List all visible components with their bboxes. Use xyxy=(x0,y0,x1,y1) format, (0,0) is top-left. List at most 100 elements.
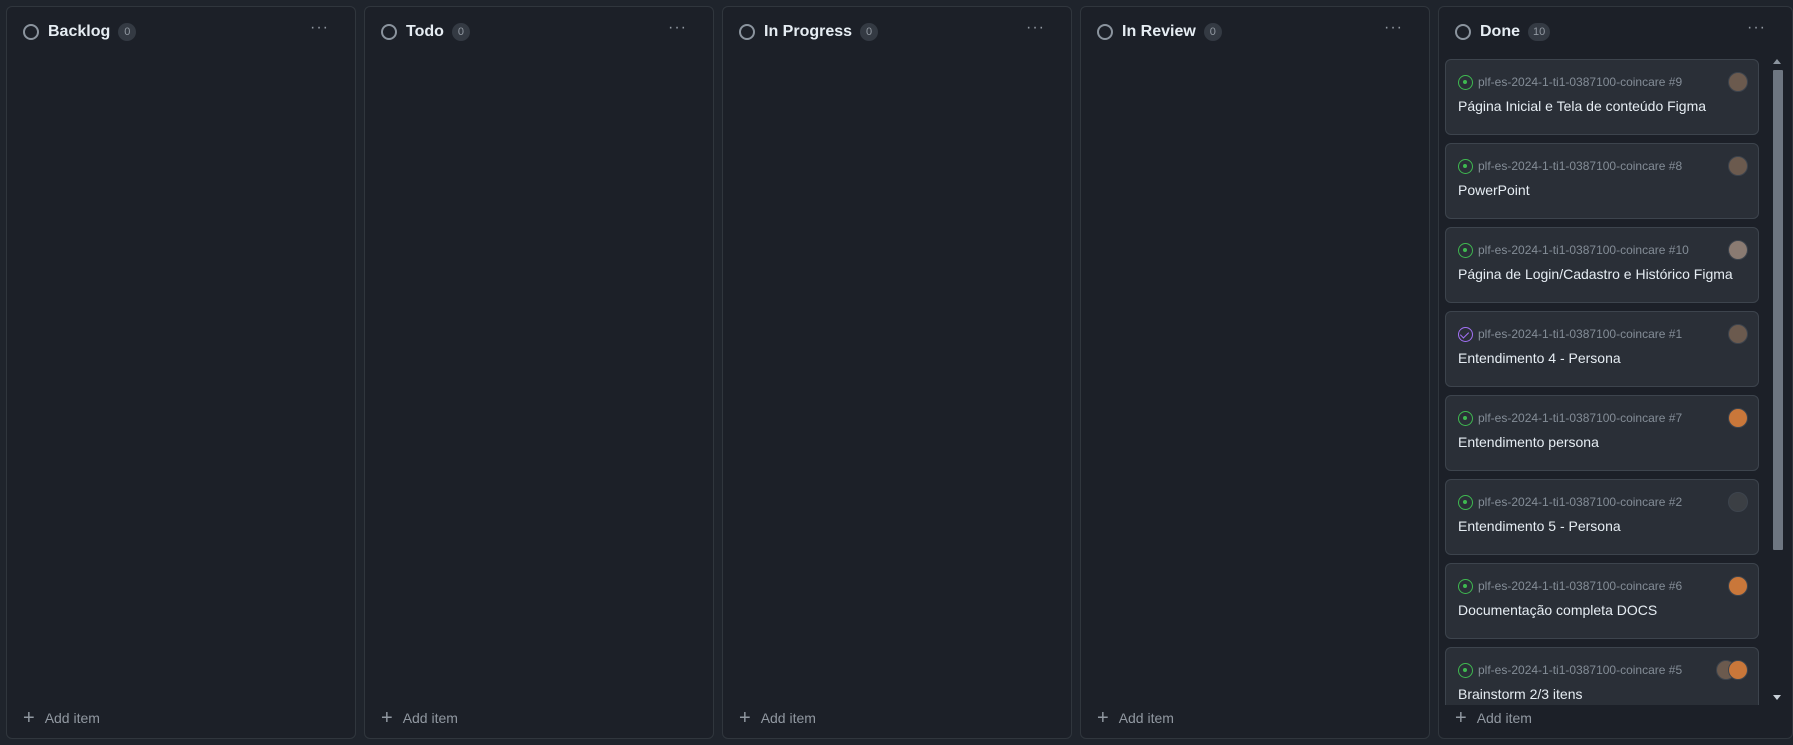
assignee-avatars[interactable] xyxy=(1716,660,1748,680)
avatar[interactable] xyxy=(1728,660,1748,680)
plus-icon: + xyxy=(23,707,35,729)
scrollbar-thumb[interactable] xyxy=(1773,70,1783,550)
avatar[interactable] xyxy=(1728,576,1748,596)
issue-title[interactable]: Entendimento 4 - Persona xyxy=(1458,350,1621,366)
column-more-options-button[interactable]: ··· xyxy=(1026,20,1045,36)
column-more-options-button[interactable]: ··· xyxy=(310,20,329,36)
card-meta: plf-es-2024-1-ti1-0387100-coincare #7 xyxy=(1458,408,1748,428)
issue-reference[interactable]: plf-es-2024-1-ti1-0387100-coincare #8 xyxy=(1478,159,1682,173)
column-more-options-button[interactable]: ··· xyxy=(668,20,687,36)
column-todo: Todo 0 ··· + Add item xyxy=(364,6,714,739)
scroll-down-arrow-icon[interactable] xyxy=(1773,695,1781,700)
assignee-avatars[interactable] xyxy=(1728,324,1748,344)
issue-title[interactable]: Brainstorm 2/3 itens xyxy=(1458,686,1583,702)
add-item-button[interactable]: + Add item xyxy=(381,707,458,729)
column-more-options-button[interactable]: ··· xyxy=(1384,20,1403,36)
issue-title[interactable]: Documentação completa DOCS xyxy=(1458,602,1657,618)
card-meta: plf-es-2024-1-ti1-0387100-coincare #2 xyxy=(1458,492,1748,512)
column-count-badge: 10 xyxy=(1528,23,1551,41)
column-header: Todo 0 xyxy=(365,7,713,57)
issue-open-icon xyxy=(1458,74,1473,90)
column-more-options-button[interactable]: ··· xyxy=(1747,20,1766,36)
column-title: Todo xyxy=(406,23,444,40)
avatar[interactable] xyxy=(1728,72,1748,92)
column-count-badge: 0 xyxy=(118,23,137,41)
issue-card[interactable]: plf-es-2024-1-ti1-0387100-coincare #8 Pow… xyxy=(1445,143,1759,219)
column-count-badge: 0 xyxy=(1203,23,1222,41)
issue-title[interactable]: PowerPoint xyxy=(1458,182,1530,198)
status-circle-icon xyxy=(23,24,39,40)
column-count-badge: 0 xyxy=(451,23,470,41)
issue-card[interactable]: plf-es-2024-1-ti1-0387100-coincare #6 Doc… xyxy=(1445,563,1759,639)
add-item-label: Add item xyxy=(1118,710,1174,726)
add-item-button[interactable]: + Add item xyxy=(1455,707,1532,729)
issue-open-icon xyxy=(1458,578,1473,594)
issue-title[interactable]: Página de Login/Cadastro e Histórico Fig… xyxy=(1458,266,1733,282)
issue-card[interactable]: plf-es-2024-1-ti1-0387100-coincare #7 Ent… xyxy=(1445,395,1759,471)
issue-reference[interactable]: plf-es-2024-1-ti1-0387100-coincare #10 xyxy=(1478,243,1689,257)
assignee-avatars[interactable] xyxy=(1728,240,1748,260)
column-title: In Review xyxy=(1122,23,1196,40)
avatar[interactable] xyxy=(1728,324,1748,344)
issue-title[interactable]: Entendimento persona xyxy=(1458,434,1599,450)
column-header: In Progress 0 xyxy=(723,7,1071,57)
card-meta: plf-es-2024-1-ti1-0387100-coincare #6 xyxy=(1458,576,1748,596)
issue-reference[interactable]: plf-es-2024-1-ti1-0387100-coincare #2 xyxy=(1478,495,1682,509)
issue-reference[interactable]: plf-es-2024-1-ti1-0387100-coincare #1 xyxy=(1478,327,1682,341)
issue-reference[interactable]: plf-es-2024-1-ti1-0387100-coincare #7 xyxy=(1478,411,1682,425)
done-card-list: plf-es-2024-1-ti1-0387100-coincare #9 Pág… xyxy=(1445,59,1765,705)
issue-card[interactable]: plf-es-2024-1-ti1-0387100-coincare #5 Bra… xyxy=(1445,647,1759,705)
add-item-button[interactable]: + Add item xyxy=(23,707,100,729)
issue-closed-icon xyxy=(1458,326,1473,342)
status-circle-icon xyxy=(381,24,397,40)
column-in-progress: In Progress 0 ··· + Add item xyxy=(722,6,1072,739)
issue-title[interactable]: Página Inicial e Tela de conteúdo Figma xyxy=(1458,98,1706,114)
issue-card[interactable]: plf-es-2024-1-ti1-0387100-coincare #1 Ent… xyxy=(1445,311,1759,387)
avatar[interactable] xyxy=(1728,156,1748,176)
add-item-button[interactable]: + Add item xyxy=(1097,707,1174,729)
column-in-review: In Review 0 ··· + Add item xyxy=(1080,6,1430,739)
plus-icon: + xyxy=(739,707,751,729)
project-board: Backlog 0 ··· + Add item Todo 0 ··· + Ad… xyxy=(0,0,1793,745)
add-item-label: Add item xyxy=(402,710,458,726)
column-count-badge: 0 xyxy=(860,23,879,41)
card-meta: plf-es-2024-1-ti1-0387100-coincare #9 xyxy=(1458,72,1748,92)
issue-card[interactable]: plf-es-2024-1-ti1-0387100-coincare #2 Ent… xyxy=(1445,479,1759,555)
add-item-button[interactable]: + Add item xyxy=(739,707,816,729)
assignee-avatars[interactable] xyxy=(1728,72,1748,92)
issue-title[interactable]: Entendimento 5 - Persona xyxy=(1458,518,1621,534)
card-meta: plf-es-2024-1-ti1-0387100-coincare #5 xyxy=(1458,660,1748,680)
add-item-label: Add item xyxy=(44,710,100,726)
issue-reference[interactable]: plf-es-2024-1-ti1-0387100-coincare #9 xyxy=(1478,75,1682,89)
card-list-scrollbar[interactable] xyxy=(1770,54,1785,704)
assignee-avatars[interactable] xyxy=(1728,576,1748,596)
status-circle-icon xyxy=(1455,24,1471,40)
issue-open-icon xyxy=(1458,410,1473,426)
add-item-label: Add item xyxy=(1476,710,1532,726)
column-done: Done 10 ··· plf-es-2024-1-ti1-0387100-co… xyxy=(1438,6,1793,739)
issue-open-icon xyxy=(1458,158,1473,174)
assignee-avatars[interactable] xyxy=(1728,156,1748,176)
avatar[interactable] xyxy=(1728,240,1748,260)
status-circle-icon xyxy=(1097,24,1113,40)
plus-icon: + xyxy=(381,707,393,729)
issue-card[interactable]: plf-es-2024-1-ti1-0387100-coincare #9 Pág… xyxy=(1445,59,1759,135)
issue-reference[interactable]: plf-es-2024-1-ti1-0387100-coincare #6 xyxy=(1478,579,1682,593)
column-title: Backlog xyxy=(48,23,111,40)
assignee-avatars[interactable] xyxy=(1728,492,1748,512)
column-title: Done xyxy=(1480,23,1520,40)
card-meta: plf-es-2024-1-ti1-0387100-coincare #1 xyxy=(1458,324,1748,344)
scroll-up-arrow-icon[interactable] xyxy=(1773,59,1781,64)
issue-card[interactable]: plf-es-2024-1-ti1-0387100-coincare #10 Pá… xyxy=(1445,227,1759,303)
avatar[interactable] xyxy=(1728,492,1748,512)
issue-reference[interactable]: plf-es-2024-1-ti1-0387100-coincare #5 xyxy=(1478,663,1682,677)
avatar[interactable] xyxy=(1728,408,1748,428)
column-header: Backlog 0 xyxy=(7,7,355,57)
assignee-avatars[interactable] xyxy=(1728,408,1748,428)
issue-open-icon xyxy=(1458,662,1473,678)
column-header: In Review 0 xyxy=(1081,7,1429,57)
column-backlog: Backlog 0 ··· + Add item xyxy=(6,6,356,739)
plus-icon: + xyxy=(1097,707,1109,729)
column-title: In Progress xyxy=(764,23,853,40)
card-meta: plf-es-2024-1-ti1-0387100-coincare #10 xyxy=(1458,240,1748,260)
